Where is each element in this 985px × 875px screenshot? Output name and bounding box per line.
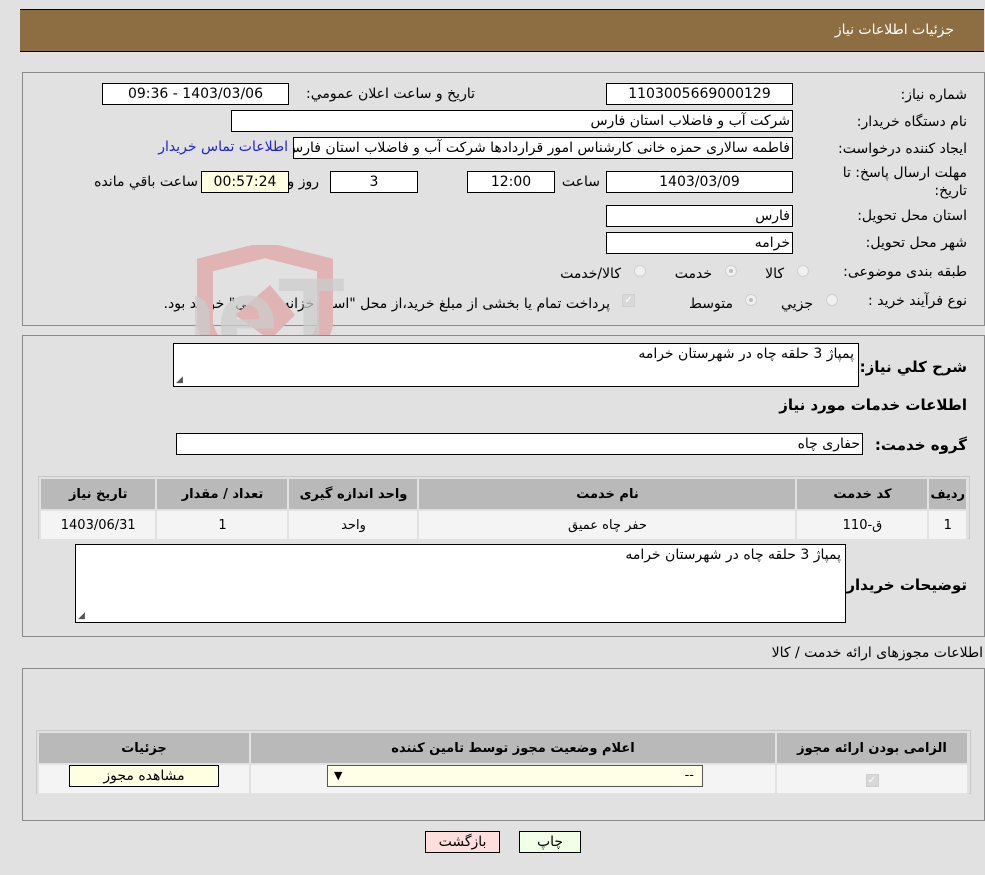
resize-grip-icon[interactable]: ◢ [176, 375, 183, 385]
category-radio-goods-service[interactable] [634, 265, 646, 277]
remaining-time-label: ساعت باقي مانده [94, 174, 198, 190]
back-button[interactable]: بازگشت [425, 831, 500, 853]
buyer-org-field[interactable]: شرکت آب و فاضلاب استان فارس [231, 110, 793, 132]
col-unit: واحد اندازه گیری [287, 477, 420, 511]
need-number-label: شماره نیاز: [900, 87, 968, 103]
city-label: شهر محل تحویل: [865, 235, 967, 251]
cell-need-date: 1403/06/31 [38, 509, 158, 541]
col-service-code: کد خدمت [795, 477, 930, 511]
service-group-field[interactable]: حفاری چاه [176, 433, 863, 455]
chevron-down-icon: ▼ [334, 769, 343, 782]
services-heading: اطلاعات خدمات مورد نیاز [779, 396, 967, 414]
cell-service-name: حفر چاه عمیق [417, 509, 798, 541]
permits-heading: اطلاعات مجوزهای ارائه خدمت / کالا [771, 645, 983, 661]
permit-status-select[interactable]: -- ▼ [327, 765, 703, 787]
services-table-header: ردیف کد خدمت نام خدمت واحد اندازه گیری ت… [38, 477, 968, 511]
cell-service-code: ق-110 [795, 509, 930, 541]
table-row: 1 ق-110 حفر چاه عمیق واحد 1 1403/06/31 [38, 509, 968, 541]
service-group-label: گروه خدمت: [874, 436, 967, 454]
category-radio-goods[interactable] [797, 265, 809, 277]
col-quantity: تعداد / مقدار [155, 477, 290, 511]
category-label: طبقه بندی موضوعی: [843, 264, 967, 280]
process-radio-medium[interactable] [745, 294, 757, 306]
city-field[interactable]: خرامه [606, 232, 793, 254]
buyer-contact-link[interactable]: اطلاعات تماس خریدار [158, 139, 288, 155]
deadline-time-label: ساعت [561, 174, 600, 190]
summary-textarea[interactable]: پمپاژ 3 حلقه چاه در شهرستان خرامه ◢ [173, 343, 859, 387]
col-row-number: ردیف [927, 477, 968, 511]
summary-text: پمپاژ 3 حلقه چاه در شهرستان خرامه [638, 346, 854, 362]
buyer-org-label: نام دستگاه خریدار: [856, 114, 967, 130]
resize-grip-icon[interactable]: ◢ [78, 611, 85, 621]
buyer-notes-text: پمپاژ 3 حلقه چاه در شهرستان خرامه [625, 547, 841, 563]
page-title: جزئیات اطلاعات نیاز [834, 22, 954, 38]
process-radio-minor[interactable] [826, 294, 838, 306]
remaining-time-field: 00:57:24 [201, 171, 289, 193]
cell-row-number: 1 [927, 509, 968, 541]
buyer-notes-label: توضیحات خریدار: [840, 576, 967, 594]
services-table: ردیف کد خدمت نام خدمت واحد اندازه گیری ت… [38, 477, 968, 541]
category-radio-service[interactable] [725, 265, 737, 277]
buyer-notes-textarea[interactable]: پمپاژ 3 حلقه چاه در شهرستان خرامه ◢ [75, 544, 846, 623]
days-label: روز و [287, 174, 320, 190]
deadline-date-field[interactable]: 1403/03/09 [606, 171, 793, 193]
view-permit-button[interactable]: مشاهده مجوز [69, 765, 219, 787]
need-number-field[interactable]: 1103005669000129 [606, 83, 793, 105]
days-remaining-field[interactable]: 3 [330, 171, 418, 193]
col-need-date: تاریخ نیاز [38, 477, 158, 511]
process-label: نوع فرآیند خرید : [868, 293, 967, 309]
col-service-name: نام خدمت [417, 477, 798, 511]
col-permit-required: الزامی بودن ارائه مجوز [775, 731, 969, 765]
province-label: استان محل تحویل: [857, 208, 967, 224]
page-header: جزئیات اطلاعات نیاز [20, 9, 984, 52]
summary-label: شرح کلي نیاز: [859, 358, 967, 376]
treasury-note: پرداخت تمام یا بخشی از مبلغ خرید،از محل … [163, 296, 610, 312]
announce-label: تاریخ و ساعت اعلان عمومي: [306, 86, 475, 102]
col-permit-details: جزئیات [37, 731, 251, 765]
permits-table-header: الزامی بودن ارائه مجوز اعلام وضعیت مجوز … [37, 731, 969, 765]
col-permit-status: اعلام وضعیت مجوز توسط تامین کننده [249, 731, 777, 765]
permit-required-checkbox[interactable]: ✓ [865, 773, 879, 787]
creator-label: ایجاد کننده درخواست: [838, 141, 967, 157]
cell-unit: واحد [287, 509, 420, 541]
process-option-minor: جزيي [781, 296, 813, 312]
category-option-goods-service: کالا/خدمت [560, 266, 621, 282]
cell-permit-required: ✓ [775, 763, 969, 795]
cell-quantity: 1 [155, 509, 290, 541]
permit-status-value: -- [684, 768, 694, 783]
process-option-medium: متوسط [689, 296, 733, 312]
announce-datetime-field[interactable]: 1403/03/06 - 09:36 [102, 83, 289, 105]
category-option-service: خدمت [674, 266, 712, 282]
print-button[interactable]: چاپ [519, 831, 581, 853]
creator-field[interactable]: فاطمه سالاری حمزه خانی کارشناس امور قرار… [293, 137, 793, 159]
province-field[interactable]: فارس [606, 205, 793, 227]
treasury-checkbox[interactable]: ✓ [622, 294, 635, 307]
category-option-goods: کالا [765, 266, 784, 282]
deadline-time-field[interactable]: 12:00 [467, 171, 555, 193]
deadline-label: مهلت ارسال پاسخ: تا تاریخ: [842, 165, 967, 199]
